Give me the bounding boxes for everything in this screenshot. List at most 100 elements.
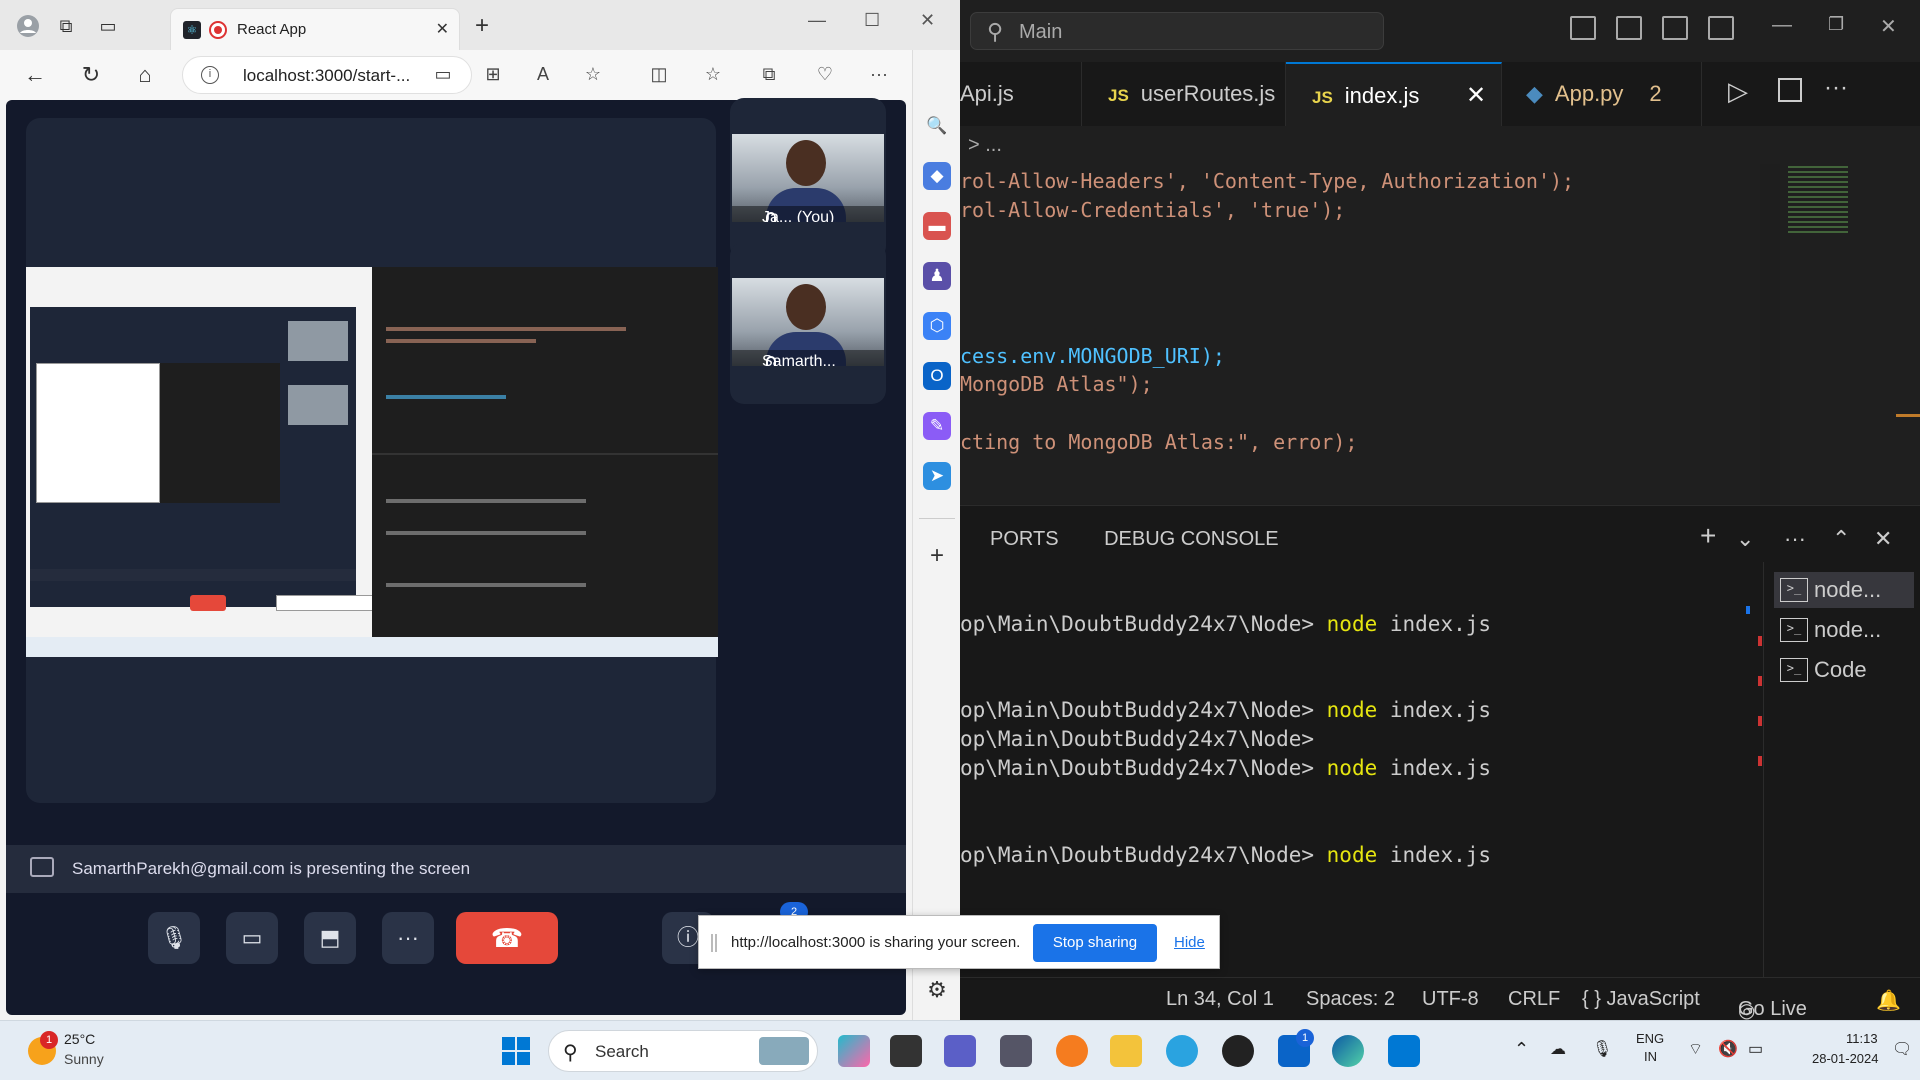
refresh-icon[interactable]: ↻ (76, 62, 106, 88)
volume-muted-icon[interactable]: 🔇 (1718, 1039, 1738, 1059)
notification-center-icon[interactable]: 🗨 (1892, 1039, 1912, 1059)
close-tab-icon[interactable]: ✕ (1466, 64, 1486, 128)
more-options-button[interactable]: ··· (382, 912, 434, 964)
tab-ports[interactable]: PORTS (990, 528, 1059, 550)
indentation[interactable]: Spaces: 2 (1306, 988, 1395, 1011)
terminal-item-code[interactable]: Code (1774, 652, 1914, 688)
send-icon[interactable]: ➤ (923, 462, 951, 490)
close-window-icon[interactable]: ✕ (920, 10, 935, 31)
cursor-position[interactable]: Ln 34, Col 1 (1166, 988, 1274, 1011)
language-code[interactable]: ENG (1636, 1031, 1664, 1046)
breadcrumb[interactable]: > ... (960, 126, 1920, 164)
toggle-secondary-sidebar-icon[interactable] (1662, 16, 1688, 40)
tab-index-js[interactable]: JS index.js ✕ (1286, 62, 1502, 126)
chevron-down-icon[interactable]: ⌄ (1736, 526, 1754, 552)
run-icon[interactable]: ▷ (1728, 76, 1748, 107)
terminal-scrollbar[interactable] (1746, 606, 1750, 876)
maximize-icon[interactable]: ☐ (864, 10, 880, 31)
split-editor-icon[interactable] (1778, 78, 1802, 102)
health-icon[interactable]: ♡ (812, 64, 838, 85)
camera-button[interactable]: ▭ (226, 912, 278, 964)
firefox-icon[interactable] (1056, 1035, 1088, 1067)
minimize-icon[interactable]: — (808, 10, 826, 31)
file-explorer-icon[interactable] (1110, 1035, 1142, 1067)
favorites-icon[interactable]: ☆ (700, 64, 726, 85)
tab-actions-icon[interactable]: ▭ (94, 14, 122, 38)
microsoft-365-icon[interactable]: ⬡ (923, 312, 951, 340)
taskbar-search[interactable]: ⚲ Search (548, 1030, 818, 1072)
close-panel-icon[interactable]: ✕ (1874, 526, 1892, 552)
teams-icon[interactable] (944, 1035, 976, 1067)
tools-icon[interactable]: ▬ (923, 212, 951, 240)
language-mode[interactable]: { } JavaScript (1582, 988, 1700, 1011)
notifications-bell-icon[interactable]: 🔔 (1876, 988, 1901, 1013)
apps-icon[interactable]: ⊞ (480, 64, 506, 85)
drag-handle-icon[interactable] (711, 934, 717, 952)
games-icon[interactable]: ♟ (923, 262, 951, 290)
workspaces-icon[interactable]: ⧉ (52, 14, 80, 38)
settings-icon[interactable] (1000, 1035, 1032, 1067)
info-icon[interactable]: i (201, 66, 219, 84)
profile-icon[interactable] (14, 14, 42, 38)
task-view-icon[interactable] (890, 1035, 922, 1067)
outlook-icon[interactable]: O (923, 362, 951, 390)
back-icon[interactable]: ← (20, 62, 50, 88)
toggle-sidebar-icon[interactable] (1570, 16, 1596, 40)
read-aloud-icon[interactable]: A (530, 64, 556, 85)
telegram-icon[interactable] (1166, 1035, 1198, 1067)
url-field[interactable]: i localhost:3000/start-... (182, 56, 472, 94)
copilot-icon[interactable] (838, 1035, 870, 1067)
terminal-item-node-2[interactable]: node... (1774, 612, 1914, 648)
close-tab-icon[interactable]: ✕ (436, 19, 449, 39)
wifi-icon[interactable]: ⌔ (1688, 1039, 1703, 1059)
minimap[interactable] (1780, 164, 1920, 504)
tab-debug-console[interactable]: DEBUG CONSOLE (1104, 528, 1278, 550)
participant-tile-you[interactable]: Ja... (You) (730, 98, 886, 260)
maximize-panel-icon[interactable]: ⌃ (1832, 526, 1850, 552)
add-sidebar-icon[interactable]: + (923, 542, 951, 570)
battery-icon[interactable]: ▭ (1748, 1039, 1763, 1059)
more-actions-icon[interactable]: ··· (1824, 74, 1848, 102)
home-icon[interactable]: ⌂ (130, 62, 160, 88)
vscode-icon[interactable] (1388, 1035, 1420, 1067)
minimize-icon[interactable]: — (1772, 14, 1792, 37)
tab-api-js[interactable]: Api.js (960, 62, 1082, 126)
code-editor[interactable]: rol-Allow-Headers', 'Content-Type, Autho… (960, 164, 1760, 504)
dell-icon[interactable] (1222, 1035, 1254, 1067)
browser-tab[interactable]: ⚛ React App ✕ (170, 8, 460, 50)
customize-layout-icon[interactable] (1708, 16, 1734, 40)
settings-gear-icon[interactable]: ⚙ (923, 976, 951, 1004)
region-code[interactable]: IN (1644, 1049, 1657, 1064)
clock-date[interactable]: 28-01-2024 (1812, 1051, 1879, 1066)
line-ending[interactable]: CRLF (1508, 988, 1560, 1011)
edge-icon[interactable] (1332, 1035, 1364, 1067)
end-call-button[interactable]: ☎ (456, 912, 558, 964)
more-icon[interactable]: ··· (866, 64, 892, 85)
new-terminal-icon[interactable]: + (1700, 520, 1716, 552)
network-off-icon[interactable]: ☁ (1550, 1039, 1566, 1059)
split-screen-icon[interactable]: ◫ (646, 64, 672, 85)
terminal-item-node-1[interactable]: node... (1774, 572, 1914, 608)
search-icon[interactable]: 🔍 (923, 112, 951, 140)
collections-icon[interactable]: ⧉ (756, 64, 782, 85)
designer-icon[interactable]: ✎ (923, 412, 951, 440)
microphone-button[interactable]: 🎙 (148, 912, 200, 964)
clock-time[interactable]: 11:13 (1846, 1031, 1878, 1046)
start-windows-icon[interactable] (500, 1035, 532, 1067)
share-screen-button[interactable]: ⬒ (304, 912, 356, 964)
camera-icon[interactable]: ▭ (430, 64, 456, 85)
shopping-tag-icon[interactable]: ◆ (923, 162, 951, 190)
hide-link[interactable]: Hide (1174, 934, 1205, 951)
tab-userroutes-js[interactable]: JS userRoutes.js (1082, 62, 1286, 126)
restore-icon[interactable]: ❐ (1828, 14, 1844, 35)
favorite-star-icon[interactable]: ☆ (580, 64, 606, 85)
microphone-icon[interactable]: 🎙 (1592, 1039, 1612, 1059)
participant-tile-samarth[interactable]: Samarth... (730, 242, 886, 404)
close-icon[interactable]: ✕ (1880, 14, 1897, 39)
toggle-panel-icon[interactable] (1616, 16, 1642, 40)
encoding[interactable]: UTF-8 (1422, 988, 1479, 1011)
new-tab-button[interactable]: + (468, 14, 496, 38)
more-actions-icon[interactable]: ··· (1784, 526, 1806, 552)
tab-app-py[interactable]: ◆ App.py 2 (1502, 62, 1702, 126)
chevron-up-icon[interactable]: ⌃ (1514, 1039, 1529, 1060)
